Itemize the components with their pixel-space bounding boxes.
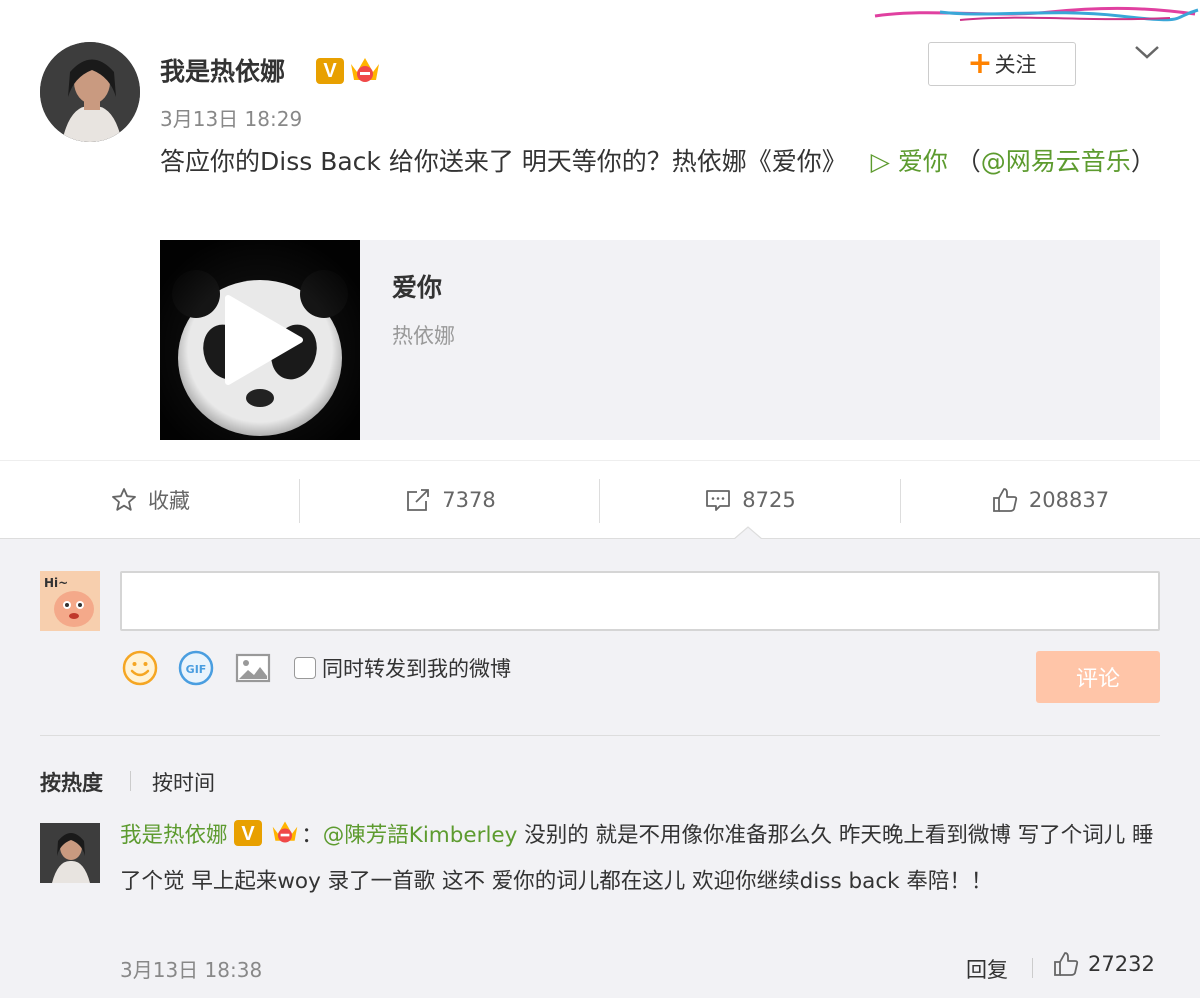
- comment-mention[interactable]: @陳芳語Kimberley: [323, 823, 518, 848]
- author-name[interactable]: 我是热依娜: [160, 52, 285, 88]
- comment-input[interactable]: [120, 571, 1160, 631]
- commenter-name[interactable]: 我是热依娜: [120, 823, 228, 848]
- comment-timestamp: 3月13日 18:38: [120, 958, 263, 982]
- like-button[interactable]: 208837: [900, 461, 1200, 539]
- favorite-button[interactable]: 收藏: [0, 461, 300, 539]
- repost-label[interactable]: 同时转发到我的微博: [322, 653, 511, 683]
- follow-button[interactable]: + 关注: [928, 42, 1076, 86]
- sort-by-hot-tab[interactable]: 按热度: [40, 767, 103, 797]
- comment-like-count: 27232: [1088, 952, 1155, 976]
- plus-icon: +: [967, 46, 993, 81]
- post-text-paren-open: （: [955, 147, 981, 176]
- svg-text:GIF: GIF: [186, 663, 207, 676]
- vip-crown-icon: [351, 58, 379, 82]
- comment-action-divider: [1032, 958, 1033, 978]
- follow-label: 关注: [994, 53, 1037, 77]
- submit-comment-button[interactable]: 评论: [1036, 651, 1160, 703]
- favorite-label: 收藏: [148, 489, 190, 513]
- post-timestamp[interactable]: 3月13日 18:29: [160, 103, 302, 132]
- verified-v-icon: V: [316, 58, 344, 84]
- chevron-down-icon[interactable]: [1133, 42, 1161, 62]
- repost-count: 7378: [442, 488, 496, 512]
- comment-count: 8725: [742, 488, 796, 512]
- svg-text:Hi~: Hi~: [44, 576, 68, 590]
- author-avatar[interactable]: [40, 42, 140, 142]
- emoji-icon[interactable]: [121, 649, 159, 687]
- comment-pointer: [734, 526, 762, 540]
- image-icon[interactable]: [234, 649, 272, 687]
- post-text-paren-close: ）: [1130, 147, 1156, 176]
- reply-button[interactable]: 回复: [966, 954, 1008, 984]
- thumbs-up-icon: [993, 488, 1018, 512]
- vip-crown-icon: [272, 821, 298, 843]
- comment-icon: [706, 490, 731, 511]
- gif-icon[interactable]: GIF: [177, 649, 215, 687]
- svg-text:V: V: [242, 823, 256, 845]
- comment-body: 我是热依娜 V ：@陳芳語Kimberley 没别的 就是不用像你准备那么久 昨…: [120, 813, 1160, 905]
- comment-colon: ：: [301, 823, 323, 848]
- my-avatar[interactable]: Hi~: [40, 571, 100, 631]
- action-bar: 收藏 7378 8725 208837: [0, 460, 1200, 538]
- verified-v-icon: V: [234, 820, 263, 846]
- sort-by-time-tab[interactable]: 按时间: [152, 767, 215, 797]
- share-icon: [407, 489, 430, 511]
- commenter-avatar[interactable]: [40, 823, 100, 883]
- post-text: 答应你的Diss Back 给你送来了 明天等你的？热依娜《爱你》 ▷ 爱你 （…: [160, 140, 1160, 184]
- post-text-body: 答应你的Diss Back 给你送来了 明天等你的？热依娜《爱你》: [160, 147, 847, 176]
- music-cover[interactable]: [160, 240, 360, 440]
- comment-area: Hi~ GIF 同时转发到我的微博 评论 按热度 按时间 我是热依娜 V ：@陳…: [0, 538, 1200, 998]
- weibo-post: 我是热依娜 V 3月13日 18:29 + 关注 答应你的Diss Back 给…: [0, 0, 1200, 460]
- separator: [40, 735, 1160, 736]
- music-artist: 热依娜: [392, 324, 455, 348]
- repost-checkbox[interactable]: [294, 657, 316, 679]
- music-link[interactable]: ▷ 爱你: [871, 147, 948, 176]
- music-card[interactable]: 爱你 热依娜: [160, 240, 1160, 440]
- scribble-decoration: [874, 6, 1199, 22]
- like-count: 208837: [1028, 488, 1110, 512]
- star-icon: [112, 488, 136, 511]
- music-title: 爱你: [392, 273, 443, 302]
- mention-link[interactable]: @网易云音乐: [981, 147, 1131, 176]
- sort-divider: [130, 771, 131, 791]
- comment-like-button[interactable]: 27232: [1052, 950, 1155, 978]
- thumbs-up-icon: [1054, 952, 1079, 976]
- repost-button[interactable]: 7378: [300, 461, 600, 539]
